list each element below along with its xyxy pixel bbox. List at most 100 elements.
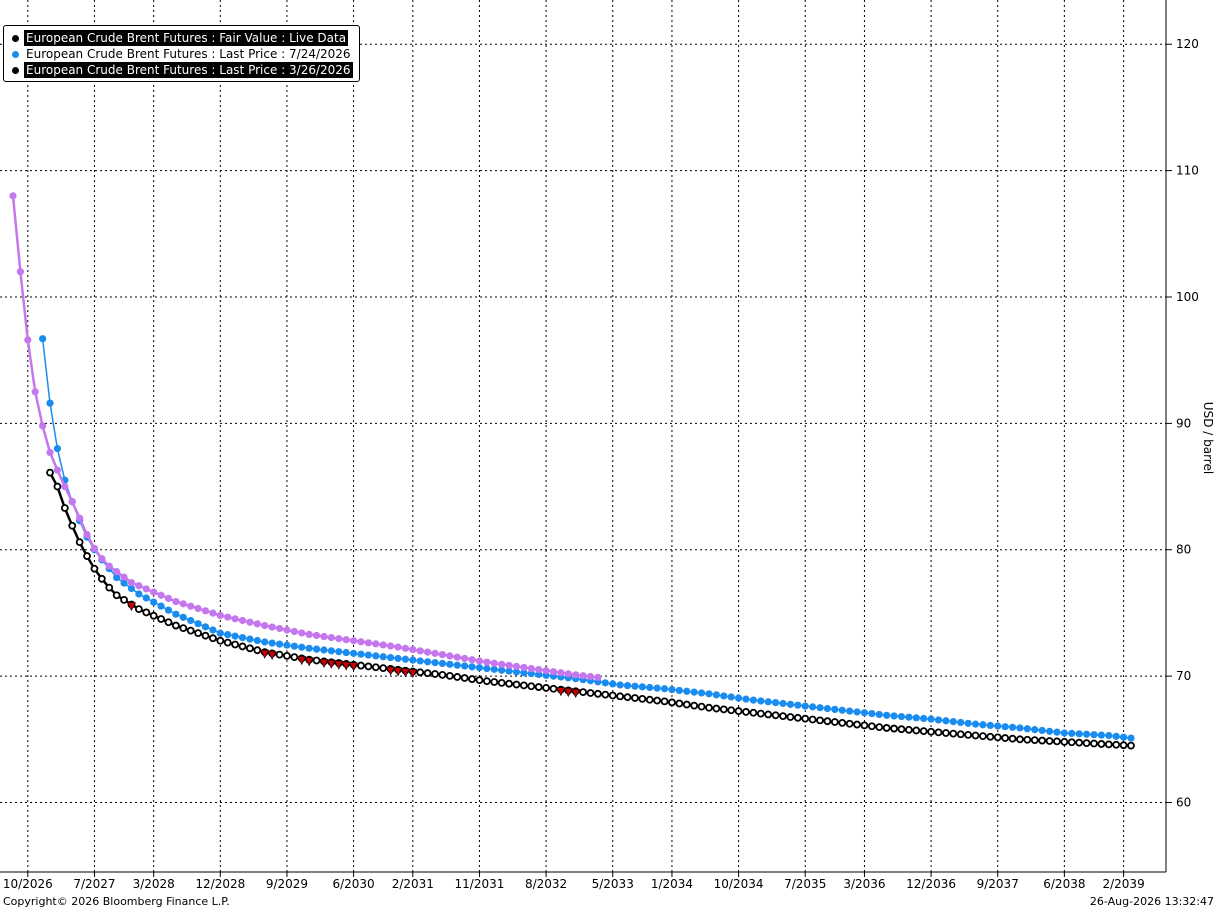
data-point xyxy=(298,643,306,651)
data-point xyxy=(838,718,847,727)
data-point xyxy=(172,597,180,606)
data-point xyxy=(875,710,883,719)
data-point xyxy=(83,552,91,560)
data-point xyxy=(979,732,987,741)
data-point xyxy=(209,609,217,617)
data-point xyxy=(956,730,965,739)
data-point xyxy=(475,676,484,685)
data-point xyxy=(238,642,247,651)
data-point xyxy=(75,538,84,547)
data-point xyxy=(445,672,454,680)
data-point xyxy=(1060,737,1069,746)
data-point xyxy=(557,669,565,677)
data-point xyxy=(1097,740,1106,748)
data-point xyxy=(986,732,995,741)
data-point xyxy=(194,604,202,613)
data-point xyxy=(312,656,321,665)
data-point xyxy=(1104,740,1113,749)
data-point xyxy=(608,691,617,700)
data-point xyxy=(786,713,795,721)
data-point xyxy=(1053,728,1061,736)
x-tick-label: 1/2034 xyxy=(651,877,693,891)
data-point xyxy=(120,595,128,604)
y-tick-label: 120 xyxy=(1176,37,1199,51)
data-point xyxy=(964,719,972,727)
data-point xyxy=(675,686,683,695)
data-point xyxy=(868,710,876,718)
data-point xyxy=(335,635,343,643)
data-point xyxy=(46,399,54,407)
data-point xyxy=(697,702,706,711)
data-point xyxy=(867,722,876,731)
data-point xyxy=(594,673,602,681)
data-point xyxy=(1090,731,1098,739)
data-point xyxy=(601,679,609,687)
series-line xyxy=(48,472,1132,747)
data-point xyxy=(179,613,187,621)
data-point xyxy=(616,692,625,701)
data-point xyxy=(816,716,824,725)
data-point xyxy=(372,640,380,648)
data-point xyxy=(549,684,558,693)
data-point xyxy=(801,702,809,710)
y-tick-label: 110 xyxy=(1176,164,1199,178)
legend-item-last-price-mar: European Crude Brent Futures : Last Pric… xyxy=(12,62,353,78)
data-point xyxy=(394,654,402,663)
data-point xyxy=(742,695,750,703)
data-point xyxy=(875,723,884,731)
data-point xyxy=(312,645,321,653)
data-point xyxy=(253,620,261,628)
data-point xyxy=(1001,723,1009,731)
grid-lines xyxy=(0,0,1166,872)
data-point xyxy=(705,690,713,698)
y-axis-title: USD / barrel xyxy=(1201,402,1215,474)
data-point xyxy=(764,698,772,706)
data-point xyxy=(1119,733,1128,741)
data-point xyxy=(1031,726,1039,734)
data-point xyxy=(764,710,773,719)
data-point xyxy=(283,641,291,649)
y-tick-label: 90 xyxy=(1176,416,1191,430)
data-point xyxy=(453,661,461,669)
data-point xyxy=(446,660,454,668)
data-point xyxy=(846,707,854,715)
data-point xyxy=(809,703,817,711)
data-point xyxy=(431,670,439,678)
data-point xyxy=(90,544,99,553)
data-point xyxy=(964,730,973,739)
data-point xyxy=(194,629,202,638)
data-point xyxy=(594,689,602,698)
data-point xyxy=(890,724,898,733)
data-point xyxy=(986,721,994,730)
data-point xyxy=(579,688,588,697)
data-point xyxy=(616,681,624,689)
data-point xyxy=(475,664,484,672)
data-point xyxy=(453,673,462,681)
data-point xyxy=(660,685,669,693)
series-0 xyxy=(9,192,602,681)
data-point xyxy=(31,388,39,396)
data-point xyxy=(993,733,1002,742)
data-point xyxy=(638,694,647,703)
data-point xyxy=(734,707,743,715)
data-point xyxy=(246,618,254,626)
data-point xyxy=(24,336,32,344)
data-point xyxy=(1075,738,1084,747)
data-point xyxy=(179,600,187,608)
data-point xyxy=(564,670,572,678)
data-point xyxy=(1068,729,1076,738)
data-point xyxy=(60,504,69,512)
axis-layer: 60 70 80 90 100 110 120 10/2026 7/2027 3/2028 12/2… xyxy=(0,0,1199,891)
data-point xyxy=(823,704,832,713)
data-point xyxy=(742,708,750,716)
data-point xyxy=(224,631,232,639)
data-point xyxy=(231,632,239,640)
data-point xyxy=(1119,741,1128,750)
data-point xyxy=(749,708,758,717)
data-point xyxy=(127,578,136,587)
data-point xyxy=(897,712,906,721)
data-point xyxy=(727,706,736,715)
x-tick-label: 9/2029 xyxy=(266,877,308,891)
data-point xyxy=(890,712,898,720)
data-point xyxy=(757,697,765,705)
